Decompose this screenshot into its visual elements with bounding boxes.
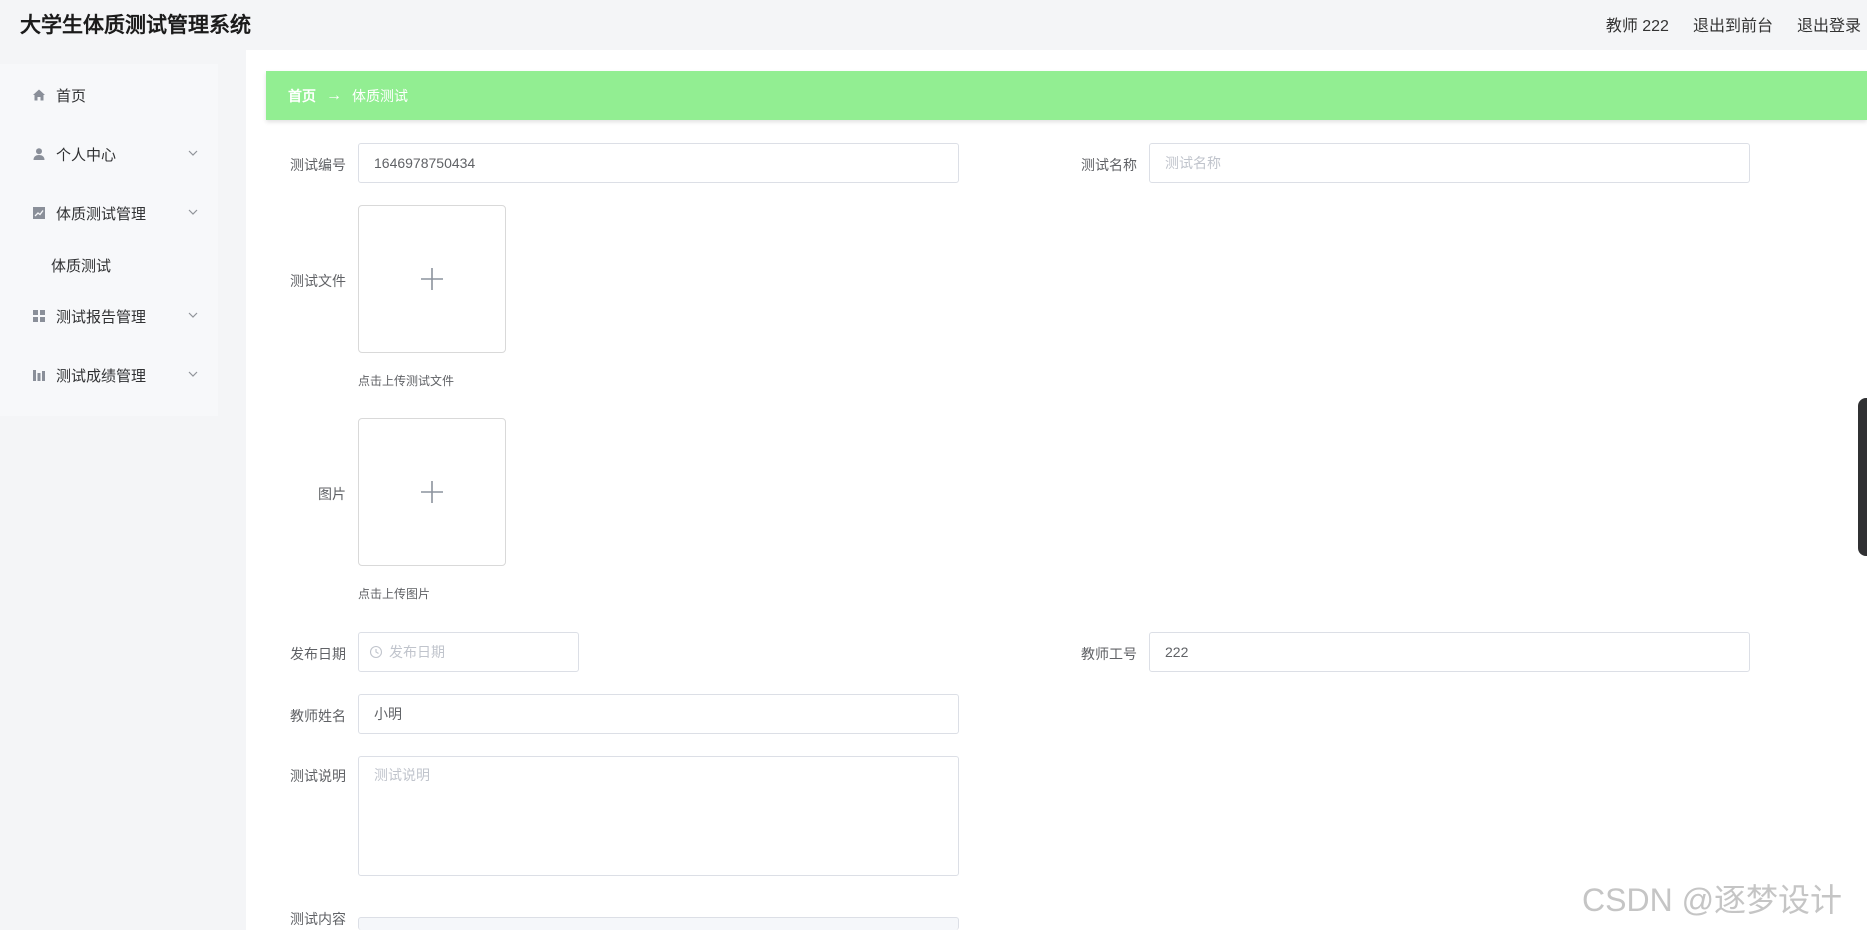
sidebar-item-test-management[interactable]: 体质测试管理 bbox=[0, 193, 218, 233]
test-name-input[interactable]: 测试名称 bbox=[1149, 143, 1750, 183]
app-title: 大学生体质测试管理系统 bbox=[20, 14, 251, 37]
sidebar-item-label: 首页 bbox=[56, 87, 87, 105]
chart-icon bbox=[32, 206, 46, 220]
sidebar-item-label: 体质测试管理 bbox=[56, 205, 147, 223]
sidebar-item-score-management[interactable]: 测试成绩管理 bbox=[0, 355, 218, 395]
top-header: 大学生体质测试管理系统 教师 222 退出到前台 退出登录 bbox=[0, 0, 1867, 50]
test-desc-label: 测试说明 bbox=[290, 768, 346, 784]
teacher-no-label: 教师工号 bbox=[1081, 646, 1137, 662]
chevron-down-icon bbox=[188, 150, 198, 156]
breadcrumb: 首页 → 体质测试 bbox=[266, 71, 1867, 120]
test-name-label: 测试名称 bbox=[1081, 157, 1137, 173]
breadcrumb-arrow-icon: → bbox=[326, 86, 342, 104]
chevron-down-icon bbox=[188, 312, 198, 318]
test-no-input[interactable]: 1646978750434 bbox=[358, 143, 959, 183]
sidebar: 首页 个人中心 体质测试管理 体质测试 测试报告管理 测试成绩管理 bbox=[0, 50, 218, 930]
chevron-down-icon bbox=[188, 371, 198, 377]
breadcrumb-current: 体质测试 bbox=[352, 87, 408, 104]
test-content-editor[interactable] bbox=[358, 917, 959, 930]
image-label: 图片 bbox=[318, 486, 346, 502]
publish-date-input[interactable]: 发布日期 bbox=[358, 632, 579, 672]
test-file-label: 测试文件 bbox=[290, 273, 346, 289]
sidebar-item-home[interactable]: 首页 bbox=[0, 75, 218, 115]
bar-chart-icon bbox=[32, 368, 46, 382]
sidebar-item-label: 个人中心 bbox=[56, 146, 117, 164]
test-desc-textarea[interactable]: 测试说明 bbox=[358, 756, 959, 876]
logout-link[interactable]: 退出登录 bbox=[1797, 12, 1861, 36]
sidebar-item-report-management[interactable]: 测试报告管理 bbox=[0, 296, 218, 336]
teacher-name-input[interactable]: 小明 bbox=[358, 694, 959, 734]
watermark: CSDN @逐梦设计 bbox=[1582, 882, 1843, 918]
header-links: 教师 222 退出到前台 退出登录 bbox=[1606, 12, 1861, 36]
image-tip: 点击上传图片 bbox=[358, 587, 431, 601]
test-file-upload[interactable] bbox=[358, 205, 506, 353]
chevron-down-icon bbox=[188, 209, 198, 215]
plus-icon bbox=[421, 268, 443, 290]
teacher-name-label: 教师姓名 bbox=[290, 708, 346, 724]
publish-date-label: 发布日期 bbox=[290, 646, 346, 662]
sidebar-subitem-physical-test[interactable]: 体质测试 bbox=[51, 255, 111, 276]
plus-icon bbox=[421, 481, 443, 503]
test-file-tip: 点击上传测试文件 bbox=[358, 374, 455, 388]
test-no-label: 测试编号 bbox=[290, 157, 346, 173]
teacher-no-input[interactable]: 222 bbox=[1149, 632, 1750, 672]
home-icon bbox=[32, 88, 46, 102]
grid-icon bbox=[32, 309, 46, 323]
test-content-label: 测试内容 bbox=[290, 911, 346, 927]
image-upload[interactable] bbox=[358, 418, 506, 566]
breadcrumb-home[interactable]: 首页 bbox=[288, 86, 316, 106]
user-label[interactable]: 教师 222 bbox=[1606, 12, 1669, 36]
sidebar-item-label: 测试成绩管理 bbox=[56, 367, 147, 385]
sidebar-item-profile[interactable]: 个人中心 bbox=[0, 134, 218, 174]
user-icon bbox=[32, 147, 46, 161]
sidebar-item-label: 测试报告管理 bbox=[56, 308, 147, 326]
scrollbar-handle[interactable] bbox=[1858, 398, 1867, 556]
back-to-front-link[interactable]: 退出到前台 bbox=[1693, 12, 1773, 36]
publish-date-placeholder: 发布日期 bbox=[389, 644, 445, 660]
clock-icon bbox=[369, 645, 383, 659]
